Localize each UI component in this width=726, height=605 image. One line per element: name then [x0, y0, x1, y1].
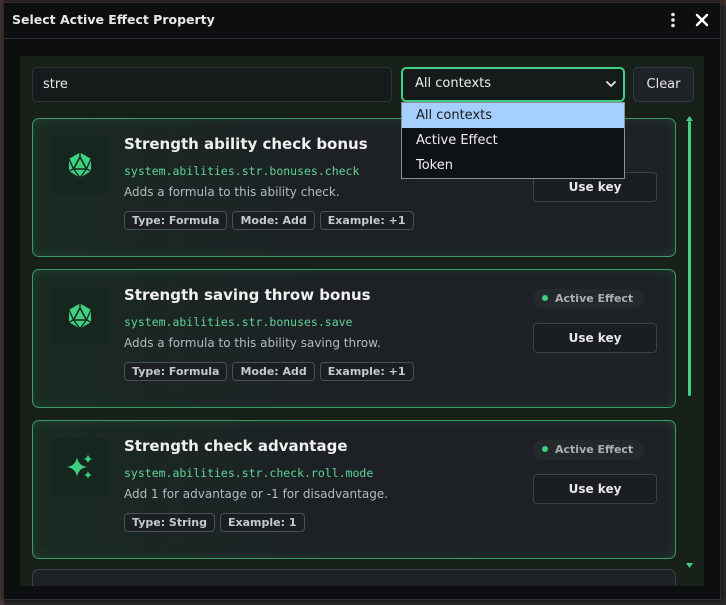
dropdown-option-all-contexts[interactable]: All contexts — [402, 103, 624, 128]
property-list[interactable]: Strength ability check bonus system.abil… — [20, 116, 704, 586]
property-card[interactable]: Strength saving throw bonus system.abili… — [32, 269, 676, 408]
type-tag: Type: String — [124, 513, 216, 532]
card-tags: Type: Formula Mode: Add Example: +1 — [124, 211, 414, 230]
property-card[interactable]: Strength check advantage system.abilitie… — [32, 420, 676, 559]
status-badge: Active Effect — [533, 440, 645, 460]
status-dot-icon — [542, 295, 548, 301]
card-icon-box — [51, 438, 109, 496]
context-select-value: All contexts — [415, 76, 492, 91]
more-vertical-icon[interactable] — [666, 11, 680, 29]
dialog-window: Select Active Effect Property All contex… — [3, 2, 721, 600]
d20-icon — [68, 303, 92, 330]
status-dot-icon — [542, 446, 548, 452]
close-icon[interactable] — [694, 11, 710, 29]
card-description: Add 1 for advantage or -1 for disadvanta… — [124, 487, 389, 501]
chevron-down-icon — [605, 77, 617, 91]
scrollbar-thumb[interactable] — [688, 121, 691, 396]
type-tag: Type: Formula — [124, 211, 228, 230]
sparkles-icon — [67, 454, 93, 479]
dropdown-option-token[interactable]: Token — [402, 153, 624, 178]
status-label: Active Effect — [555, 292, 634, 305]
use-key-button[interactable]: Use key — [533, 474, 657, 504]
title-bar[interactable]: Select Active Effect Property — [4, 3, 720, 39]
card-description: Adds a formula to this ability check. — [124, 185, 340, 199]
card-title: Strength ability check bonus — [124, 135, 368, 153]
card-key: system.abilities.str.bonuses.save — [124, 315, 353, 329]
window-title: Select Active Effect Property — [12, 12, 215, 27]
status-label: Active Effect — [555, 443, 634, 456]
example-tag: Example: +1 — [319, 211, 414, 230]
card-description: Adds a formula to this ability saving th… — [124, 336, 381, 350]
card-key: system.abilities.str.bonuses.check — [124, 164, 360, 178]
example-tag: Example: 1 — [220, 513, 305, 532]
card-icon-box — [51, 287, 109, 345]
property-card-partial[interactable] — [32, 569, 676, 586]
mode-tag: Mode: Add — [232, 211, 315, 230]
card-tags: Type: String Example: 1 — [124, 513, 305, 532]
type-tag: Type: Formula — [124, 362, 228, 381]
context-select[interactable]: All contexts — [401, 67, 625, 102]
clear-button[interactable]: Clear — [633, 67, 694, 102]
d20-icon — [68, 152, 92, 179]
card-key: system.abilities.str.check.roll.mode — [124, 466, 374, 480]
card-tags: Type: Formula Mode: Add Example: +1 — [124, 362, 414, 381]
example-tag: Example: +1 — [319, 362, 414, 381]
card-icon-box — [51, 136, 109, 194]
dropdown-option-active-effect[interactable]: Active Effect — [402, 128, 624, 153]
search-input[interactable] — [32, 67, 392, 102]
status-badge: Active Effect — [533, 289, 645, 309]
context-dropdown-list[interactable]: All contexts Active Effect Token — [401, 102, 625, 179]
card-title: Strength saving throw bonus — [124, 286, 371, 304]
mode-tag: Mode: Add — [232, 362, 315, 381]
scroll-down-arrow-icon[interactable] — [686, 563, 693, 568]
card-title: Strength check advantage — [124, 437, 348, 455]
use-key-button[interactable]: Use key — [533, 323, 657, 353]
